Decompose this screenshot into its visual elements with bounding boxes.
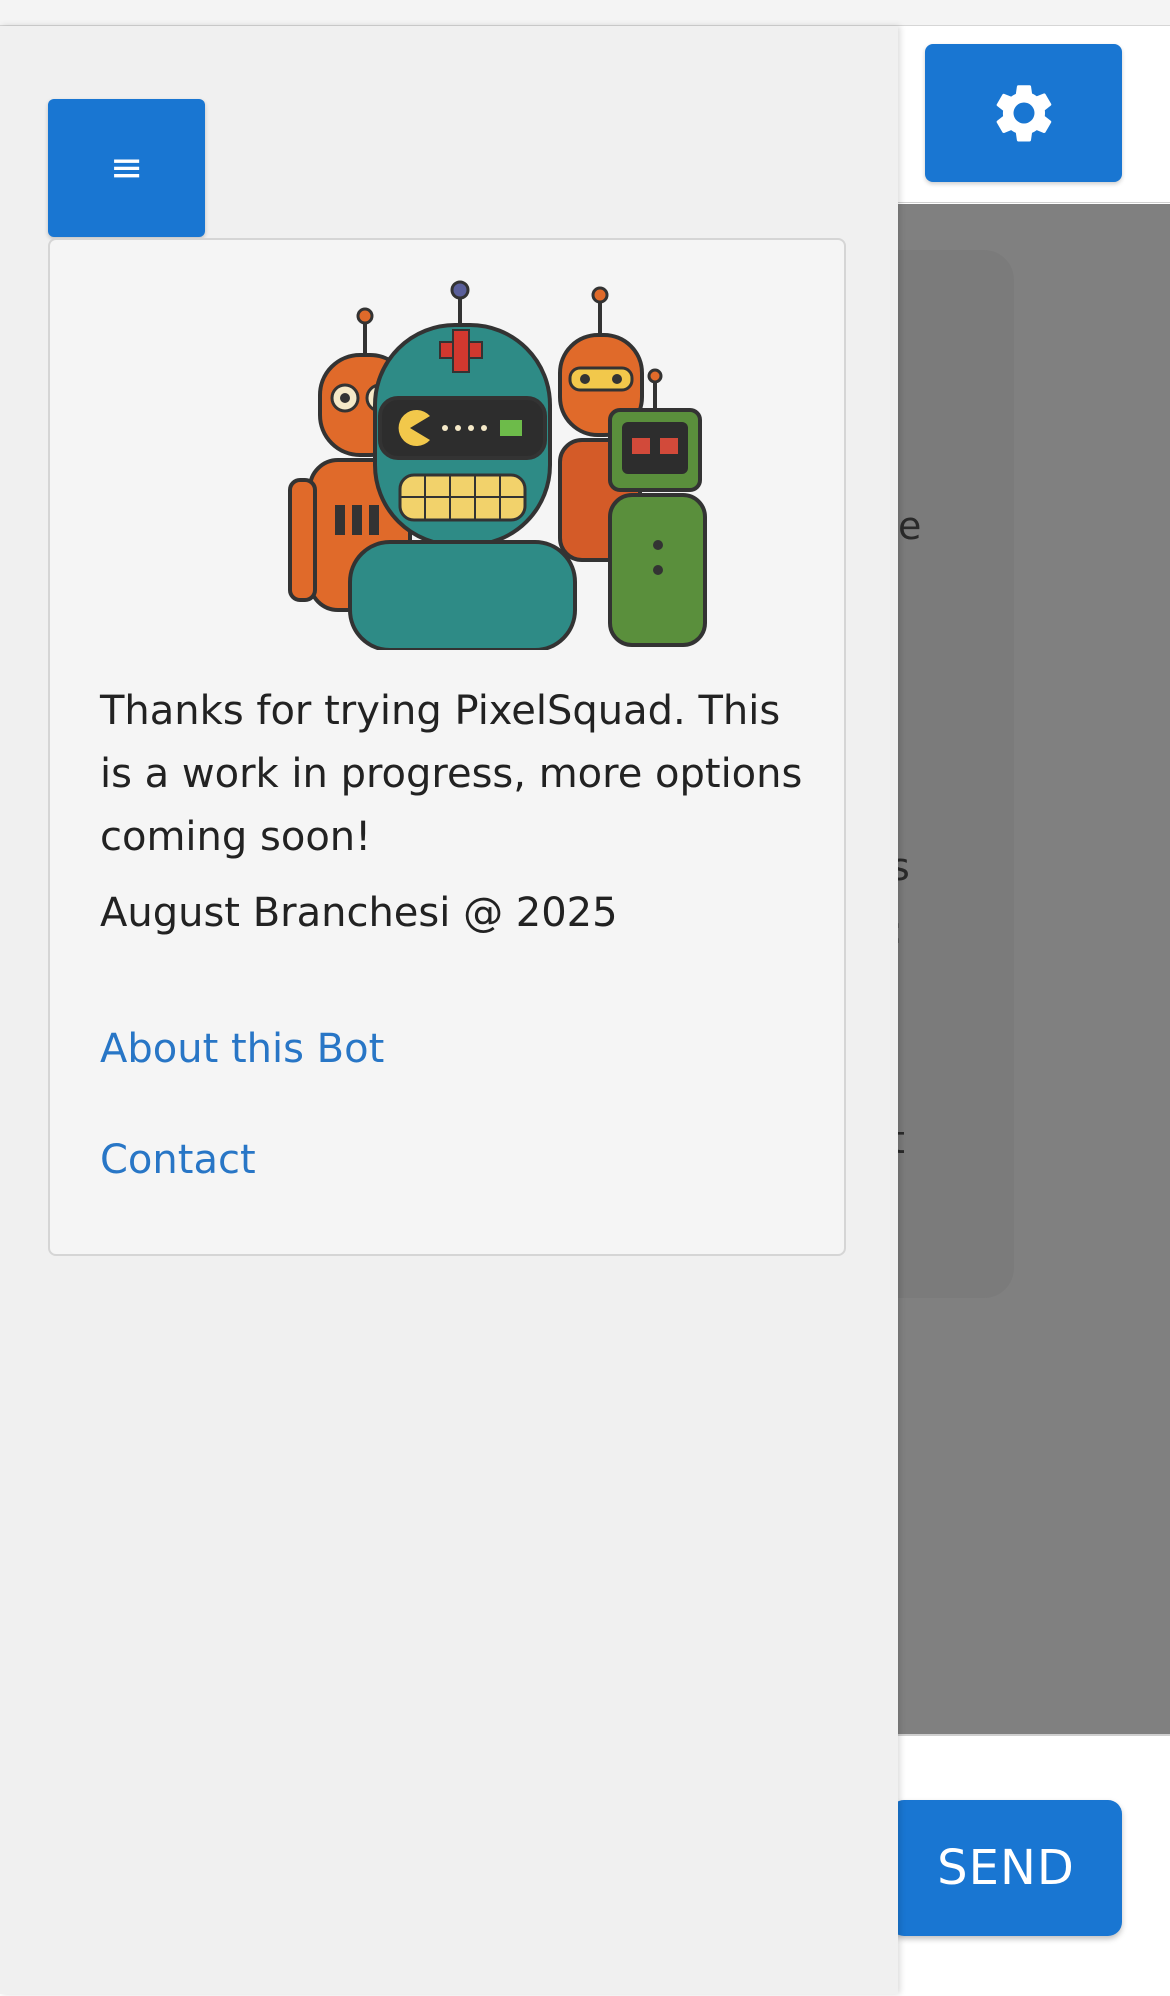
contact-link[interactable]: Contact [100, 1137, 256, 1183]
copyright-text: August Branchesi @ 2025 [100, 890, 618, 936]
browser-top-strip [0, 0, 1170, 26]
side-drawer: ≡ Thanks for trying PixelSquad. This is … [0, 26, 898, 1994]
about-link[interactable]: About this Bot [100, 1026, 384, 1072]
bubble-text-fragment: e [898, 504, 922, 548]
hamburger-icon: ≡ [109, 145, 144, 191]
settings-button[interactable] [925, 44, 1122, 182]
welcome-message: Thanks for trying PixelSquad. This is a … [100, 688, 803, 860]
menu-button[interactable]: ≡ [48, 99, 205, 237]
gear-icon [996, 85, 1051, 142]
robot-group-illustration [288, 280, 707, 650]
info-card: Thanks for trying PixelSquad. This is a … [48, 238, 846, 1256]
send-button[interactable]: SEND [890, 1800, 1122, 1936]
